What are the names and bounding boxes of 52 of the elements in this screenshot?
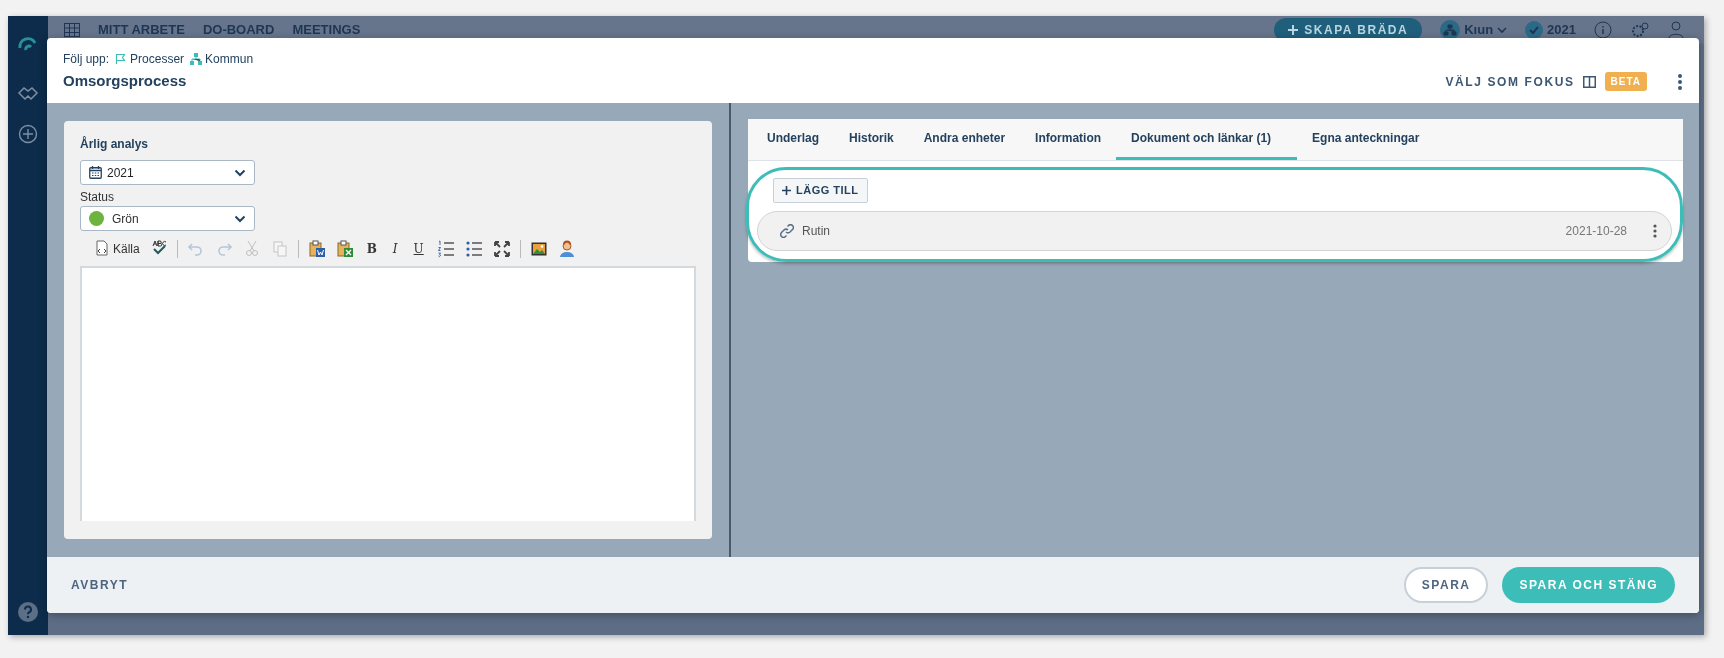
italic-button[interactable]: I [386, 238, 404, 260]
breadcrumb-label: Följ upp: [63, 51, 110, 68]
breadcrumb-link[interactable]: Processer [115, 50, 185, 68]
status-label: Status [80, 189, 116, 206]
link-icon [780, 223, 794, 238]
clipboard-word-icon[interactable] [307, 240, 326, 258]
chevron-down-icon[interactable] [1497, 26, 1508, 34]
year-select[interactable]: 2021 [80, 160, 255, 185]
plus-icon [1288, 25, 1299, 35]
tab[interactable]: Andra enheter [908, 119, 1021, 160]
org-chart-icon [190, 53, 203, 65]
maximize-icon[interactable] [492, 240, 511, 258]
check-circle-icon [1525, 21, 1544, 39]
tab[interactable]: Historik [834, 119, 909, 160]
calendar-icon [89, 166, 102, 179]
modal-title: Omsorgsprocess [63, 71, 188, 91]
document-date: 2021-10-28 [1565, 222, 1627, 240]
plus-icon [782, 186, 791, 195]
more-icon[interactable] [1677, 72, 1683, 91]
chevron-down-icon [234, 214, 246, 223]
image-icon[interactable] [529, 240, 548, 258]
focus-button[interactable]: VÄLJ SOM FOKUS [1444, 71, 1597, 92]
document-row[interactable]: Rutin 2021-10-28 [757, 210, 1672, 251]
columns-icon [1582, 75, 1596, 88]
user-icon[interactable] [1668, 21, 1684, 39]
bullet-list-icon[interactable] [464, 240, 483, 258]
add-button[interactable]: LÄGG TILL [773, 178, 868, 203]
source-code-icon [93, 240, 111, 258]
underline-button[interactable]: U [407, 238, 430, 260]
bold-button[interactable]: B [360, 238, 383, 260]
document-name: Rutin [802, 222, 830, 240]
help-icon[interactable] [17, 601, 39, 623]
tab[interactable]: Information [1020, 119, 1117, 160]
numbered-list-icon[interactable] [436, 240, 455, 258]
clipboard-excel-icon[interactable] [335, 240, 354, 258]
save-button[interactable]: SPARA [1403, 567, 1489, 603]
tab[interactable]: Underlag [752, 119, 834, 160]
chevron-down-icon [234, 168, 246, 177]
add-icon[interactable] [18, 124, 38, 144]
person-icon[interactable] [557, 240, 576, 258]
status-select[interactable]: Grön [80, 206, 255, 231]
cancel-button[interactable]: AVBRYT [71, 569, 144, 601]
tab[interactable]: Dokument och länkar (1) [1116, 119, 1298, 160]
info-icon[interactable] [1594, 21, 1612, 39]
beta-label: BETA [1604, 72, 1647, 91]
breadcrumb-link[interactable]: Kommun [190, 50, 254, 68]
tab[interactable]: Egna anteckningar [1297, 119, 1435, 160]
flag-icon [115, 53, 128, 65]
more-icon[interactable] [1653, 223, 1657, 238]
section-title: Årlig analys [80, 135, 150, 153]
grid-icon[interactable] [64, 23, 80, 37]
source-button[interactable]: Källa [90, 238, 143, 260]
